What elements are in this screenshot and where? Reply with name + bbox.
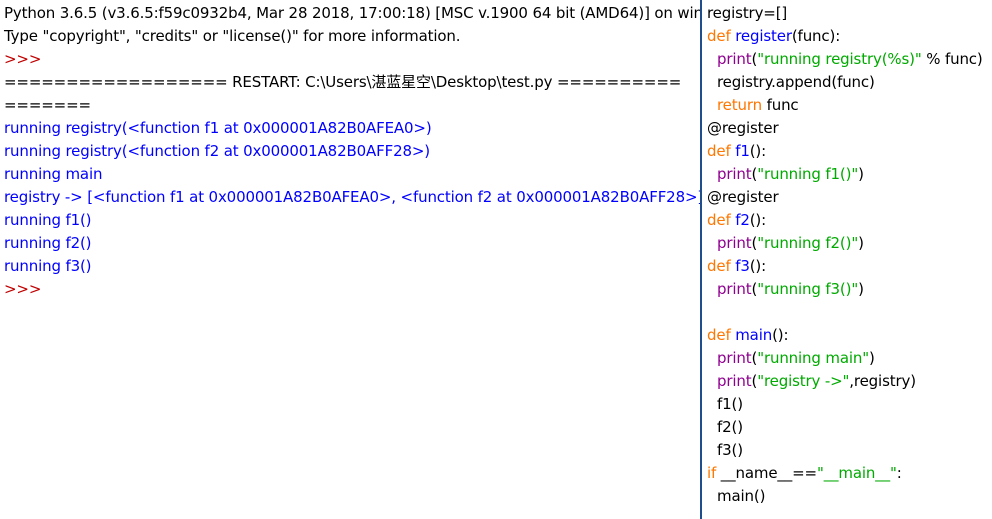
code-builtin: print bbox=[717, 349, 752, 367]
code-keyword: def bbox=[707, 211, 736, 229]
code-text: ) bbox=[858, 234, 864, 252]
code-keyword: def bbox=[707, 326, 736, 344]
code-line: def f2(): bbox=[707, 209, 766, 232]
code-text: % func) bbox=[921, 50, 983, 68]
code-line: return func bbox=[707, 94, 799, 117]
code-line: registry.append(func) bbox=[707, 71, 875, 94]
code-function-name: main bbox=[735, 326, 773, 344]
code-decorator: @register bbox=[707, 119, 779, 137]
code-line: def main(): bbox=[707, 324, 789, 347]
code-text: main() bbox=[717, 487, 766, 505]
code-text: f2() bbox=[717, 418, 743, 436]
code-text: registry.append(func) bbox=[717, 73, 875, 91]
code-decorator: @register bbox=[707, 188, 779, 206]
shell-prompt: >>> bbox=[4, 50, 42, 68]
code-builtin: print bbox=[717, 50, 752, 68]
code-text: f3() bbox=[717, 441, 743, 459]
code-text: (): bbox=[749, 211, 767, 229]
code-builtin: print bbox=[717, 165, 752, 183]
code-function-name: register bbox=[735, 27, 792, 45]
code-keyword: if bbox=[707, 464, 717, 482]
shell-restart-wrap: ======= bbox=[4, 96, 91, 114]
shell-banner-version: Python 3.6.5 (v3.6.5:f59c0932b4, Mar 28 … bbox=[4, 4, 701, 22]
code-text: ) bbox=[869, 349, 875, 367]
code-text: registry=[] bbox=[707, 4, 788, 22]
shell-output-line: running f3() bbox=[4, 257, 92, 275]
shell-output-line: registry -> [<function f1 at 0x000001A82… bbox=[4, 188, 701, 206]
code-text: (func): bbox=[791, 27, 841, 45]
shell-output-line: running f1() bbox=[4, 211, 92, 229]
shell-output-line: running main bbox=[4, 165, 103, 183]
code-text: (): bbox=[749, 142, 767, 160]
code-line: print("registry ->",registry) bbox=[707, 370, 916, 393]
code-text: f1() bbox=[717, 395, 743, 413]
code-string: "running f2()" bbox=[757, 234, 859, 252]
code-keyword: def bbox=[707, 142, 736, 160]
code-text: ) bbox=[858, 165, 864, 183]
code-text: ) bbox=[858, 280, 864, 298]
code-keyword: return bbox=[717, 96, 762, 114]
code-line: print("running f2()") bbox=[707, 232, 864, 255]
python-shell-output[interactable]: Python 3.6.5 (v3.6.5:f59c0932b4, Mar 28 … bbox=[0, 0, 701, 519]
code-line: print("running f3()") bbox=[707, 278, 864, 301]
code-function-name: f3 bbox=[735, 257, 750, 275]
shell-restart-line: ================== RESTART: C:\Users\湛蓝星… bbox=[4, 73, 682, 91]
code-text: : bbox=[896, 464, 902, 482]
code-line: f1() bbox=[707, 393, 743, 416]
code-string: "running f1()" bbox=[757, 165, 859, 183]
code-string: "registry ->" bbox=[757, 372, 850, 390]
code-line: registry=[] bbox=[707, 2, 787, 25]
code-line: def register(func): bbox=[707, 25, 840, 48]
code-text: (): bbox=[772, 326, 789, 344]
shell-output-line: running registry(<function f2 at 0x00000… bbox=[4, 142, 430, 160]
code-line: def f3(): bbox=[707, 255, 766, 278]
code-line: print("running f1()") bbox=[707, 163, 864, 186]
code-string: "running f3()" bbox=[757, 280, 859, 298]
code-line: print("running main") bbox=[707, 347, 875, 370]
code-line: print("running registry(%s)" % func) bbox=[707, 48, 983, 71]
code-keyword: def bbox=[707, 27, 736, 45]
code-line: @register bbox=[707, 186, 779, 209]
shell-output-line: running f2() bbox=[4, 234, 92, 252]
code-line: @register bbox=[707, 117, 779, 140]
code-builtin: print bbox=[717, 280, 752, 298]
code-builtin: print bbox=[717, 372, 752, 390]
code-text: __name__== bbox=[716, 464, 817, 482]
code-text: func bbox=[761, 96, 799, 114]
code-builtin: print bbox=[717, 234, 752, 252]
code-line: def f1(): bbox=[707, 140, 766, 163]
shell-banner-info: Type "copyright", "credits" or "license(… bbox=[4, 27, 461, 45]
code-function-name: f2 bbox=[735, 211, 750, 229]
code-editor[interactable]: registry=[] def register(func): print("r… bbox=[702, 0, 992, 519]
shell-output-line: running registry(<function f1 at 0x00000… bbox=[4, 119, 432, 137]
code-line: if __name__=="__main__": bbox=[707, 462, 902, 485]
code-text: (): bbox=[749, 257, 767, 275]
code-text: ,registry) bbox=[849, 372, 916, 390]
code-line: f3() bbox=[707, 439, 743, 462]
code-string: "running main" bbox=[757, 349, 870, 367]
code-string: "__main__" bbox=[816, 464, 897, 482]
code-line: f2() bbox=[707, 416, 743, 439]
code-function-name: f1 bbox=[735, 142, 750, 160]
code-keyword: def bbox=[707, 257, 736, 275]
shell-final-prompt[interactable]: >>> bbox=[4, 278, 41, 301]
code-string: "running registry(%s)" bbox=[757, 50, 922, 68]
code-line: main() bbox=[707, 485, 765, 508]
